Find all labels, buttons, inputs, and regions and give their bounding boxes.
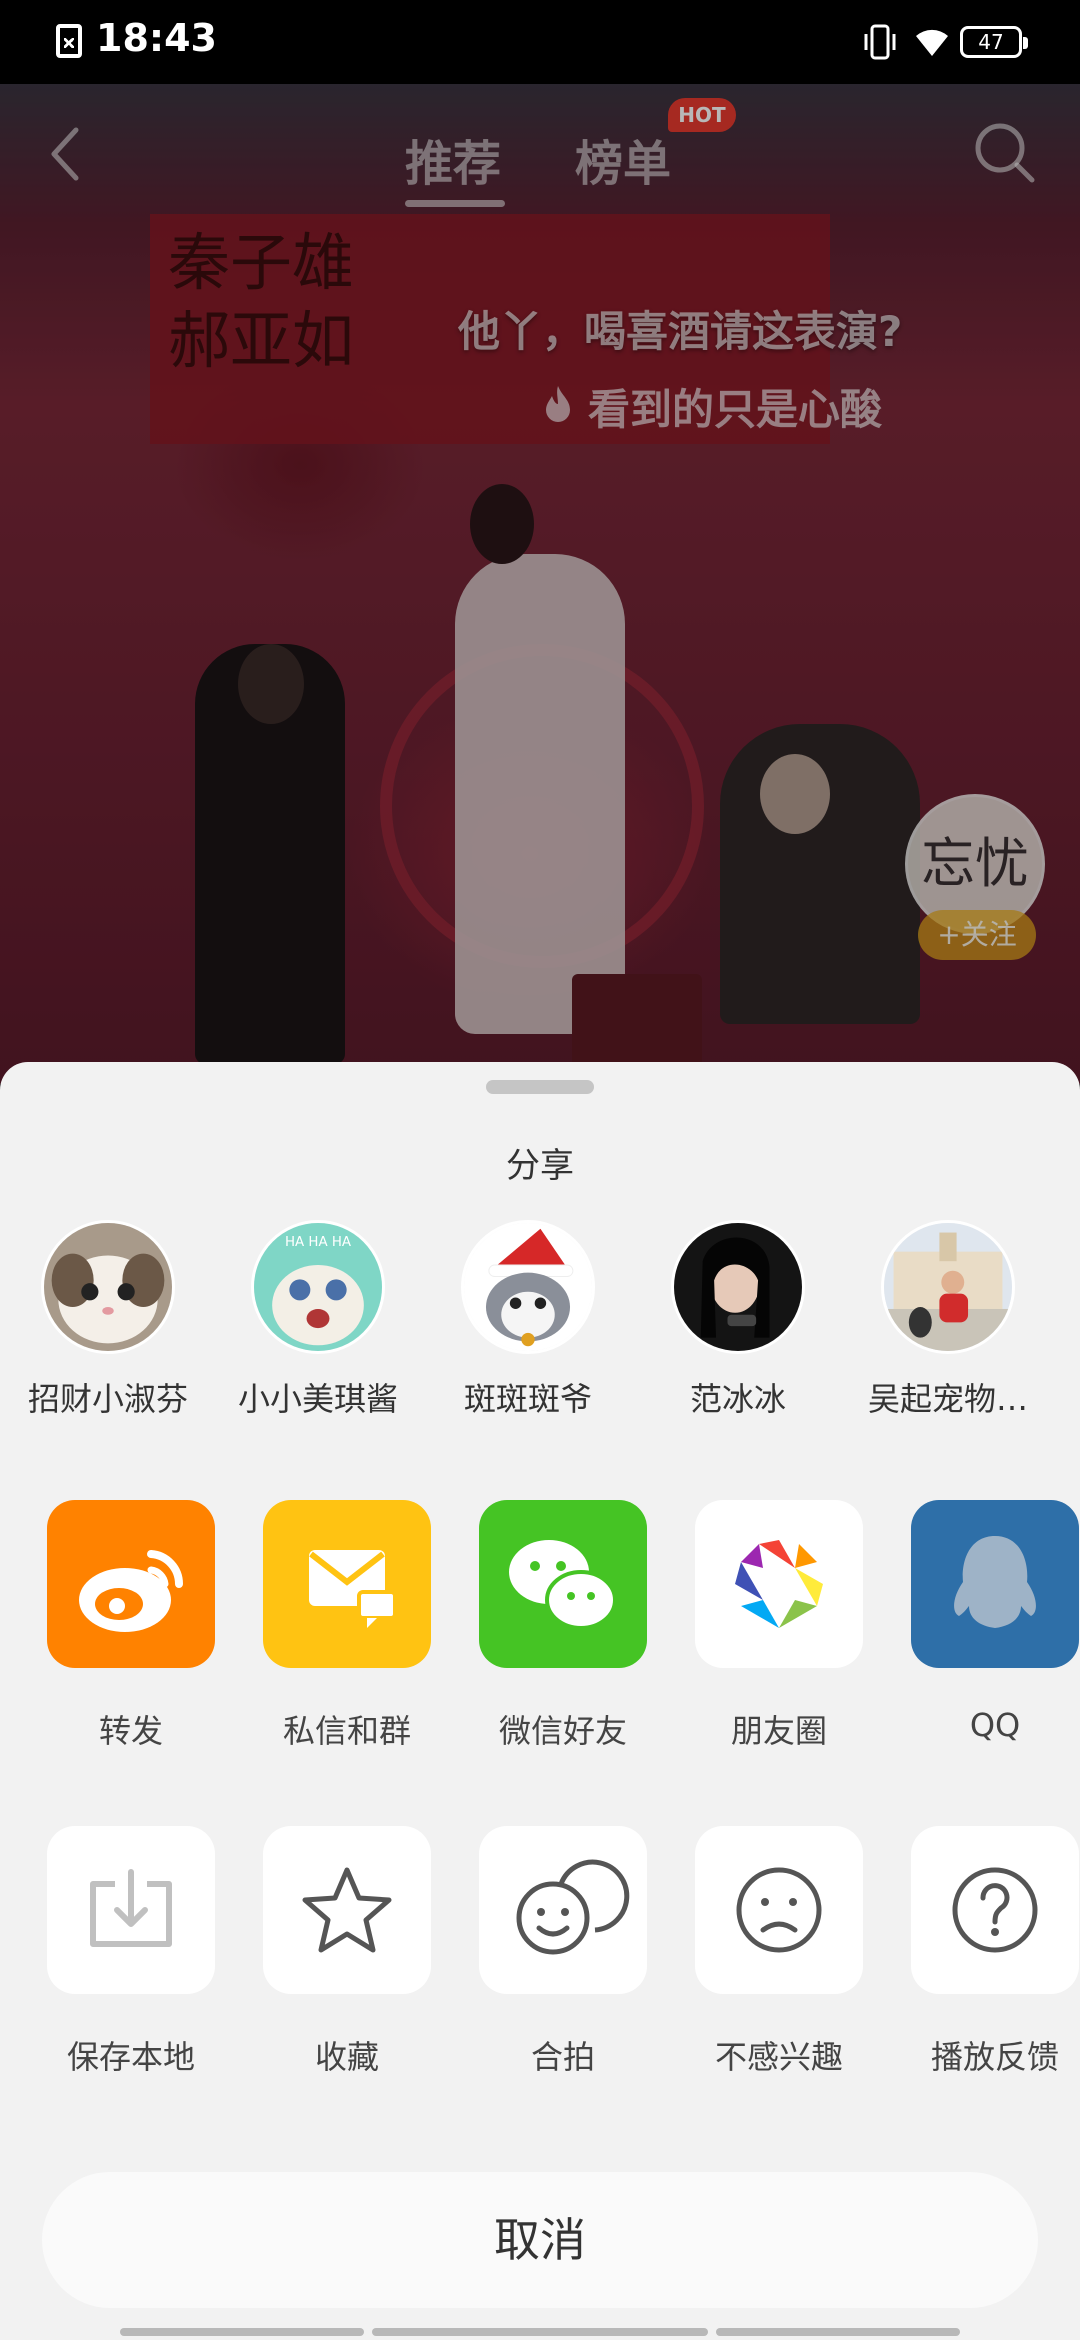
share-label: 私信和群	[282, 1712, 411, 1750]
share-label: 转发	[98, 1712, 163, 1750]
share-message[interactable]: 私信和群	[262, 1500, 432, 1752]
svg-text:HA HA HA: HA HA HA	[285, 1235, 352, 1250]
sheet-title: 分享	[506, 1146, 574, 1186]
qq-icon-glyph	[954, 1536, 1036, 1628]
dim-overlay[interactable]	[0, 84, 1080, 1084]
share-sheet: 分享 招财小淑芬 HA HA HA 小小美琪酱 斑斑斑爷 范冰冰 吴起宠物… 转…	[0, 1062, 1080, 2340]
action-label: 不感兴趣	[714, 2038, 843, 2076]
contact-item[interactable]: 吴起宠物…	[858, 1220, 1038, 1420]
mail-icon[interactable]	[263, 1500, 431, 1668]
contact-item[interactable]: 招财小淑芬	[18, 1220, 198, 1420]
avatar	[41, 1220, 175, 1354]
share-qq[interactable]: QQ	[910, 1500, 1080, 1744]
star-icon[interactable]	[263, 1826, 431, 1994]
share-weibo[interactable]: 转发	[46, 1500, 216, 1752]
share-moments[interactable]: 朋友圈	[694, 1500, 864, 1752]
duet-icon-glyph	[516, 1859, 630, 1955]
mail-icon-glyph	[309, 1550, 397, 1628]
action-not-interested[interactable]: 不感兴趣	[694, 1826, 864, 2078]
contact-name: 小小美琪酱	[237, 1380, 398, 1418]
moments-icon-glyph	[735, 1540, 823, 1628]
avatar: HA HA HA	[251, 1220, 385, 1354]
video-player[interactable]: 秦子雄 郝亚如 推荐 榜单 HOT 他丫，喝喜酒请这表演? 看到的只是心酸 忘忧…	[0, 84, 1080, 1084]
share-label: 微信好友	[498, 1712, 627, 1750]
question-icon-glyph	[952, 1867, 1038, 1953]
contact-item[interactable]: HA HA HA 小小美琪酱	[228, 1220, 408, 1420]
action-label: 合拍	[530, 2038, 595, 2076]
wechat-icon[interactable]	[479, 1500, 647, 1668]
contact-item[interactable]: 斑斑斑爷	[438, 1220, 618, 1420]
battery-indicator: 47	[960, 26, 1028, 58]
share-label: QQ	[969, 1706, 1021, 1744]
contact-name: 吴起宠物…	[867, 1380, 1028, 1418]
sad-face-icon-glyph	[736, 1867, 822, 1953]
download-icon[interactable]	[47, 1826, 215, 1994]
star-icon-glyph	[302, 1867, 392, 1953]
action-save-local[interactable]: 保存本地	[46, 1826, 216, 2078]
question-icon[interactable]	[911, 1826, 1079, 1994]
avatar	[881, 1220, 1015, 1354]
action-playback-feedback[interactable]: 播放反馈	[910, 1826, 1080, 2078]
home-indicator	[716, 2328, 960, 2336]
weibo-icon[interactable]	[47, 1500, 215, 1668]
sad-face-icon[interactable]	[695, 1826, 863, 1994]
qq-icon[interactable]	[911, 1500, 1079, 1668]
status-bar: 18:43 47	[0, 0, 1080, 84]
weibo-icon-glyph	[79, 1550, 184, 1632]
home-indicator	[120, 2328, 364, 2336]
duet-icon[interactable]	[479, 1826, 647, 1994]
share-label: 朋友圈	[730, 1712, 827, 1750]
home-indicator	[372, 2328, 708, 2336]
sim-missing-icon	[56, 24, 82, 58]
action-duet[interactable]: 合拍	[478, 1826, 648, 2078]
action-favorite[interactable]: 收藏	[262, 1826, 432, 2078]
vibrate-icon	[864, 24, 896, 60]
contact-name: 招财小淑芬	[27, 1380, 188, 1418]
contact-item[interactable]: 范冰冰	[648, 1220, 828, 1420]
wechat-icon-glyph	[509, 1540, 617, 1630]
action-label: 收藏	[314, 2038, 379, 2076]
wifi-icon	[916, 29, 948, 56]
drag-handle[interactable]	[486, 1080, 594, 1094]
avatar	[461, 1220, 595, 1354]
cancel-button[interactable]: 取消	[42, 2172, 1038, 2308]
action-label: 播放反馈	[930, 2038, 1059, 2076]
avatar	[671, 1220, 805, 1354]
share-wechat[interactable]: 微信好友	[478, 1500, 648, 1752]
contact-name: 斑斑斑爷	[463, 1380, 592, 1418]
status-time: 18:43	[96, 16, 217, 60]
action-label: 保存本地	[66, 2038, 195, 2076]
download-icon-glyph	[90, 1869, 172, 1947]
moments-icon[interactable]	[695, 1500, 863, 1668]
contact-name: 范冰冰	[689, 1380, 786, 1418]
